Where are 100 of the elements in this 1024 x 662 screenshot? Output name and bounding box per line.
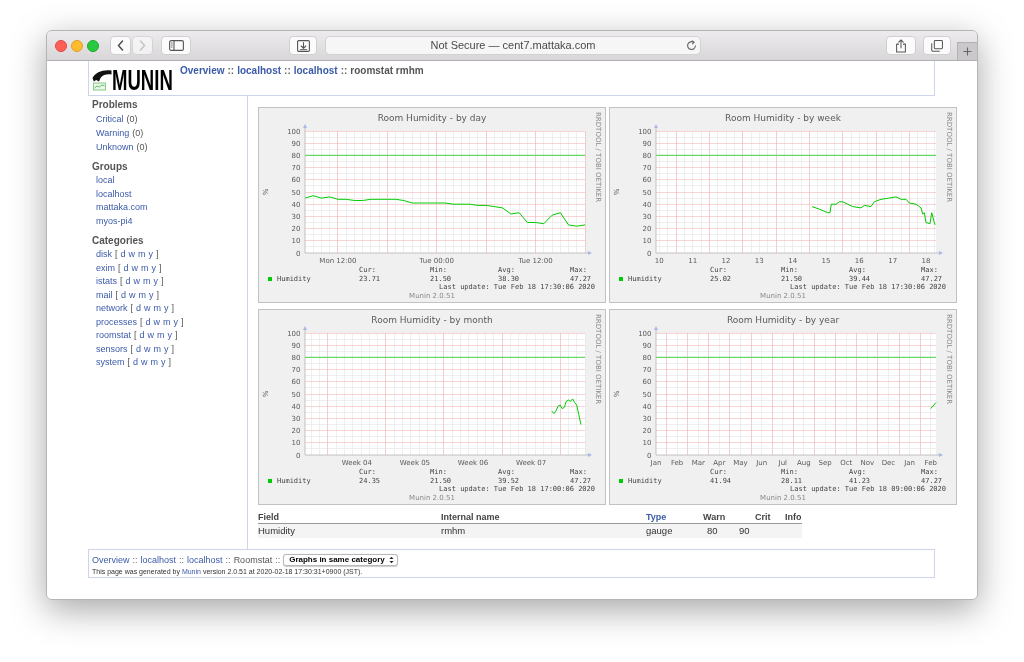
period-link[interactable]: d bbox=[136, 342, 142, 356]
sidebar-panel-icon bbox=[168, 40, 184, 51]
period-link[interactable]: d bbox=[133, 356, 139, 370]
period-link[interactable]: w bbox=[144, 302, 151, 316]
chevron-left-icon bbox=[117, 40, 124, 51]
period-link[interactable]: y bbox=[148, 248, 154, 262]
column-header: Warn bbox=[703, 511, 726, 524]
address-bar[interactable]: Not Secure — cent7.mattaka.com bbox=[325, 36, 701, 55]
breadcrumb-link[interactable]: Overview bbox=[92, 554, 130, 566]
problem-count: (0) bbox=[132, 127, 144, 140]
period-link[interactable]: y bbox=[151, 261, 157, 275]
category-link[interactable]: istats bbox=[96, 275, 117, 289]
bracket: [ bbox=[127, 356, 131, 369]
breadcrumb-link[interactable]: localhost bbox=[237, 65, 282, 77]
category-link[interactable]: mail bbox=[96, 288, 113, 302]
graph-title: Room Humidity - by year bbox=[726, 314, 840, 325]
period-link[interactable]: m bbox=[153, 342, 162, 356]
bracket: [ bbox=[115, 248, 118, 261]
section-heading: Problems bbox=[92, 98, 139, 112]
bracket: [ bbox=[120, 275, 123, 288]
breadcrumb-link[interactable]: localhost bbox=[140, 554, 177, 566]
logo-text: MUNIN bbox=[112, 69, 173, 91]
category-link[interactable]: exim bbox=[96, 261, 115, 275]
column-header: Field bbox=[258, 511, 279, 524]
column-header: Internal name bbox=[441, 511, 500, 524]
bracket: [ bbox=[118, 261, 121, 275]
period-link[interactable]: d bbox=[145, 315, 151, 329]
breadcrumb-link[interactable]: localhost bbox=[187, 554, 223, 566]
period-link[interactable]: w bbox=[144, 342, 151, 356]
period-link[interactable]: m bbox=[138, 288, 147, 302]
period-link[interactable]: m bbox=[153, 302, 162, 316]
graph-title: Room Humidity - by day bbox=[377, 112, 487, 123]
share-button[interactable] bbox=[886, 36, 916, 55]
sidebar-button[interactable] bbox=[161, 36, 191, 55]
bracket: [ bbox=[140, 315, 143, 329]
period-link[interactable]: y bbox=[153, 275, 159, 289]
problem-count: (0) bbox=[126, 113, 138, 126]
period-link[interactable]: w bbox=[147, 329, 155, 343]
period-link[interactable]: y bbox=[167, 329, 173, 343]
bracket: ] bbox=[156, 288, 160, 302]
group-link[interactable]: localhost bbox=[96, 187, 132, 201]
graph-title: Room Humidity - by month bbox=[371, 314, 493, 325]
updown-caret-icon bbox=[389, 556, 395, 564]
breadcrumb-current: Roomstat bbox=[233, 554, 273, 566]
category-link[interactable]: processes bbox=[96, 315, 138, 329]
period-link[interactable]: m bbox=[157, 329, 165, 343]
problem-count: (0) bbox=[136, 141, 148, 154]
period-link[interactable]: w bbox=[133, 275, 141, 289]
period-link[interactable]: d bbox=[125, 275, 131, 289]
period-link[interactable]: d bbox=[139, 329, 145, 343]
box-up-arrow-icon bbox=[895, 38, 907, 53]
bracket: ] bbox=[156, 248, 159, 261]
period-link[interactable]: m bbox=[150, 356, 159, 370]
group-link[interactable]: mattaka.com bbox=[96, 201, 148, 215]
bracket: ] bbox=[181, 315, 184, 329]
period-link[interactable]: w bbox=[141, 356, 148, 370]
category-link[interactable]: disk bbox=[96, 248, 112, 262]
period-link[interactable]: m bbox=[143, 275, 151, 289]
period-link[interactable]: m bbox=[141, 261, 149, 275]
category-link[interactable]: sensors bbox=[96, 342, 128, 356]
breadcrumb-separator: :: bbox=[225, 554, 231, 566]
breadcrumb-link[interactable]: localhost bbox=[293, 65, 338, 77]
breadcrumb-separator: :: bbox=[284, 65, 291, 77]
problem-link[interactable]: Critical bbox=[96, 112, 124, 126]
group-link[interactable]: local bbox=[96, 174, 115, 188]
new-tab-button[interactable] bbox=[957, 42, 977, 60]
period-link[interactable]: m bbox=[138, 248, 146, 262]
period-link[interactable]: y bbox=[164, 342, 169, 356]
downloads-button[interactable] bbox=[289, 36, 317, 55]
period-link[interactable]: w bbox=[128, 248, 136, 262]
tabs-button[interactable] bbox=[923, 36, 951, 55]
category-link[interactable]: network bbox=[96, 302, 128, 316]
period-link[interactable]: d bbox=[121, 288, 127, 302]
period-link[interactable]: w bbox=[153, 315, 161, 329]
category-link[interactable]: roomstat bbox=[96, 329, 131, 343]
back-button[interactable] bbox=[110, 36, 131, 55]
breadcrumb-link[interactable]: Overview bbox=[180, 65, 225, 77]
period-link[interactable]: d bbox=[136, 302, 142, 316]
bracket: ] bbox=[175, 329, 178, 342]
period-link[interactable]: y bbox=[149, 288, 154, 302]
bracket: ] bbox=[161, 275, 164, 288]
view-select[interactable]: Graphs in same category bbox=[283, 554, 399, 566]
period-link[interactable]: y bbox=[164, 302, 169, 316]
period-link[interactable]: y bbox=[161, 356, 166, 370]
period-link[interactable]: w bbox=[129, 288, 136, 302]
period-link[interactable]: y bbox=[173, 315, 179, 329]
period-link[interactable]: m bbox=[163, 315, 171, 329]
period-link[interactable]: d bbox=[120, 248, 126, 262]
problem-link[interactable]: Warning bbox=[96, 126, 130, 140]
category-link[interactable]: system bbox=[96, 356, 125, 370]
bracket: ] bbox=[171, 302, 175, 315]
table-cell-text: rmhm bbox=[441, 524, 466, 538]
period-link[interactable]: w bbox=[131, 261, 139, 275]
close-button[interactable] bbox=[55, 39, 67, 52]
period-link[interactable]: d bbox=[123, 261, 129, 275]
section-heading: Categories bbox=[92, 234, 145, 248]
problem-link[interactable]: Unknown bbox=[96, 140, 134, 154]
bracket: [ bbox=[130, 302, 134, 315]
column-header-link[interactable]: Type bbox=[646, 511, 667, 525]
group-link[interactable]: myos-pi4 bbox=[96, 214, 133, 228]
